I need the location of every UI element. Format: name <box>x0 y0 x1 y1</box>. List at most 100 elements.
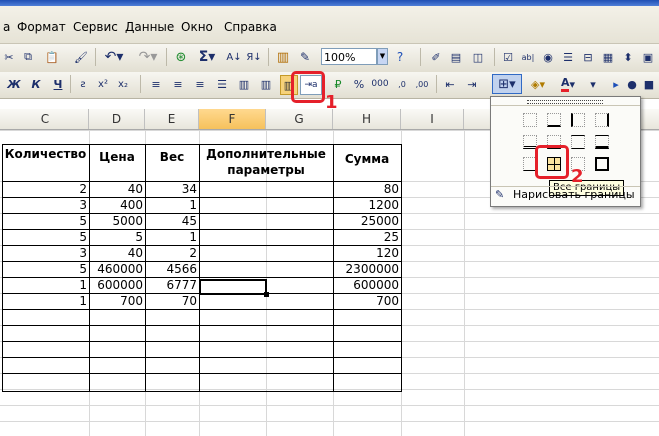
stop-icon[interactable]: ■ <box>642 75 656 93</box>
column-header-h[interactable]: H <box>333 109 401 129</box>
cell-weight[interactable]: 2 <box>145 245 199 261</box>
cell-sum[interactable]: 120 <box>333 245 401 261</box>
superscript-icon[interactable]: x² <box>96 75 110 93</box>
chevron-down-icon[interactable]: ▼ <box>377 48 388 65</box>
column-header-g[interactable]: G <box>266 109 333 129</box>
checkbox-icon[interactable]: ☑ <box>500 48 516 66</box>
cell-quantity[interactable]: 3 <box>2 197 89 213</box>
italic-button[interactable]: К <box>28 75 44 93</box>
cell-price[interactable]: 40 <box>89 245 145 261</box>
fill-color-icon[interactable]: ◈▾ <box>526 75 550 93</box>
align-left-icon[interactable]: ≡ <box>148 75 164 93</box>
right-border-icon[interactable] <box>595 113 609 127</box>
paste-icon[interactable]: 📋 <box>40 48 64 66</box>
cell-sum[interactable]: 600000 <box>333 277 401 293</box>
cell-quantity[interactable]: 5 <box>2 261 89 277</box>
cell-weight[interactable]: 34 <box>145 181 199 197</box>
cell-price[interactable]: 5 <box>89 229 145 245</box>
undo-icon[interactable]: ↶▾ <box>102 48 126 66</box>
increase-indent-icon[interactable]: ⇥ <box>464 75 480 93</box>
combo-icon[interactable]: ⊟ <box>580 48 596 66</box>
menu-item-service[interactable]: Сервис <box>73 20 118 34</box>
play-icon[interactable]: ▸ <box>610 75 622 93</box>
percent-button[interactable]: % <box>352 75 366 93</box>
increase-decimal-icon[interactable]: ,0 <box>394 75 410 93</box>
sort-ascending-icon[interactable]: A↓ <box>226 48 242 66</box>
align-right-icon[interactable]: ≡ <box>192 75 208 93</box>
header-sum[interactable]: Сумма <box>333 152 401 168</box>
cell-weight[interactable]: 1 <box>145 229 199 245</box>
column-header-i[interactable]: I <box>401 109 464 129</box>
cell-weight[interactable]: 70 <box>145 293 199 309</box>
cell-weight[interactable]: 6777 <box>145 277 199 293</box>
header-quantity[interactable]: Количество <box>2 147 89 167</box>
currency-icon[interactable]: ₽ <box>330 75 346 93</box>
top-bottom-border-icon[interactable] <box>571 135 585 149</box>
column-header-d[interactable]: D <box>89 109 145 129</box>
cell-price[interactable]: 460000 <box>89 261 145 277</box>
justify-icon[interactable]: ☰ <box>214 75 230 93</box>
top-thick-bottom-border-icon[interactable] <box>595 135 609 149</box>
menu-item-help[interactable]: Справка <box>224 20 277 34</box>
strikethrough-icon[interactable]: ƨ <box>76 75 90 93</box>
left-border-icon[interactable] <box>571 113 585 127</box>
cut-icon[interactable]: ✂ <box>2 48 16 66</box>
radio-icon[interactable]: ◉ <box>540 48 556 66</box>
toolbar-options-icon[interactable]: ▾ <box>588 75 598 93</box>
chart-wizard-icon[interactable]: ▥ <box>274 48 292 66</box>
cell-price[interactable]: 5000 <box>89 213 145 229</box>
header-extra-params[interactable]: Дополнительные параметры <box>199 146 333 182</box>
menu-item-window[interactable]: Окно <box>181 20 213 34</box>
cell-weight[interactable]: 45 <box>145 213 199 229</box>
cell-quantity[interactable]: 2 <box>2 181 89 197</box>
menu-item-edit-cut[interactable]: a <box>3 20 10 34</box>
cell-weight[interactable]: 1 <box>145 197 199 213</box>
cell-price[interactable]: 700 <box>89 293 145 309</box>
distributed-indent-icon[interactable]: ▥ <box>258 75 274 93</box>
decrease-indent-icon[interactable]: ⇤ <box>442 75 458 93</box>
hyperlink-icon[interactable]: ⊛ <box>172 48 190 66</box>
cell-quantity[interactable]: 1 <box>2 277 89 293</box>
cell-quantity[interactable]: 1 <box>2 293 89 309</box>
button-icon[interactable]: ◫ <box>470 48 486 66</box>
cell-price[interactable]: 40 <box>89 181 145 197</box>
cell-sum[interactable]: 2300000 <box>333 261 401 277</box>
image-icon[interactable]: ▣ <box>640 48 656 66</box>
draw-borders-item[interactable]: Нарисовать границы <box>513 188 635 202</box>
borders-button[interactable]: ⊞▾ <box>492 74 522 94</box>
record-icon[interactable]: ● <box>626 75 638 93</box>
thousands-icon[interactable]: 000 <box>371 75 388 93</box>
distributed-icon[interactable]: ▥ <box>236 75 252 93</box>
cell-sum[interactable]: 1200 <box>333 197 401 213</box>
header-price[interactable]: Цена <box>89 150 145 166</box>
help-icon[interactable]: ? <box>392 48 408 66</box>
cell-quantity[interactable]: 3 <box>2 245 89 261</box>
redo-icon[interactable]: ↷▾ <box>136 48 160 66</box>
spinner-icon[interactable]: ⬍ <box>620 48 636 66</box>
header-weight[interactable]: Вес <box>145 150 199 166</box>
cell-quantity[interactable]: 5 <box>2 229 89 245</box>
cell-sum[interactable]: 700 <box>333 293 401 309</box>
menu-item-format[interactable]: Формат <box>17 20 66 34</box>
column-header-c[interactable]: C <box>2 109 89 129</box>
form-icon[interactable]: ▤ <box>448 48 464 66</box>
edit-icon[interactable]: ✐ <box>428 48 444 66</box>
bold-button[interactable]: Ж <box>6 75 22 93</box>
decrease-decimal-icon[interactable]: ,00 <box>414 75 430 93</box>
format-painter-icon[interactable]: 🖌 <box>72 48 90 66</box>
cell-sum[interactable]: 80 <box>333 181 401 197</box>
thick-box-border-icon[interactable] <box>595 157 609 171</box>
font-color-button[interactable]: A ▾ <box>556 75 580 93</box>
no-border-icon[interactable] <box>523 113 537 127</box>
cell-price[interactable]: 400 <box>89 197 145 213</box>
subscript-icon[interactable]: x₂ <box>116 75 130 93</box>
copy-icon[interactable]: ⧉ <box>20 48 36 66</box>
bottom-border-icon[interactable] <box>547 113 561 127</box>
align-center-icon[interactable]: ≡ <box>170 75 186 93</box>
cell-weight[interactable]: 4566 <box>145 261 199 277</box>
cell-quantity[interactable]: 5 <box>2 213 89 229</box>
textbox-icon[interactable]: ab| <box>520 48 536 66</box>
menu-item-data[interactable]: Данные <box>125 20 174 34</box>
autosum-icon[interactable]: Σ ▾ <box>196 48 218 66</box>
listbox-icon[interactable]: ☰ <box>560 48 576 66</box>
